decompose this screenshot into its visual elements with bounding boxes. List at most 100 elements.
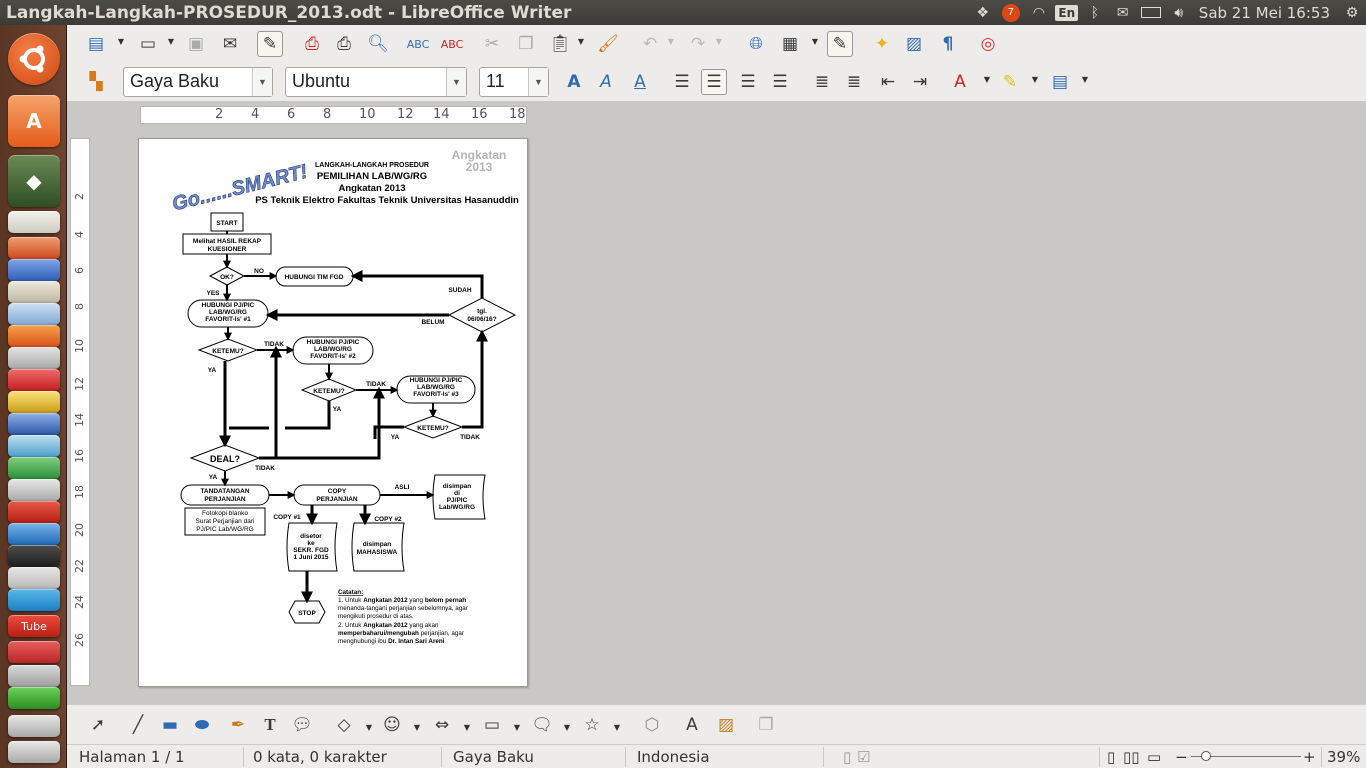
single-page-view-icon[interactable]: ▯ (1107, 748, 1115, 766)
block-arrows-icon[interactable]: ⇔ (429, 712, 455, 738)
bluetooth-icon[interactable]: ᛒ (1081, 0, 1109, 25)
highlighting-icon[interactable]: ✎ (997, 69, 1023, 95)
paragraph-style-combo[interactable]: Gaya Baku ▼ (123, 67, 273, 97)
select-pointer-icon[interactable]: ➚ (85, 712, 111, 738)
spreadsheet-icon[interactable] (8, 457, 60, 479)
decrease-indent-icon[interactable]: ⇤ (875, 69, 901, 95)
youtube-icon[interactable]: Tube (8, 615, 60, 637)
firefox-icon[interactable] (8, 325, 60, 347)
align-center-icon[interactable]: ☰ (701, 69, 727, 95)
navigator-icon[interactable]: ✦ (869, 31, 895, 57)
spellcheck-icon[interactable]: ABC (405, 31, 431, 57)
freeform-tool-icon[interactable]: ✒ (225, 712, 251, 738)
chevron-down-icon[interactable]: ▼ (667, 37, 675, 46)
dropbox-icon[interactable]: ❖ (969, 0, 997, 25)
word-count[interactable]: 0 kata, 0 karakter (253, 748, 387, 766)
symbol-shapes-icon[interactable]: ☺ (379, 712, 405, 738)
zoom-value[interactable]: 39% (1327, 748, 1360, 766)
autospellcheck-icon[interactable]: ABC (439, 31, 465, 57)
chevron-down-icon[interactable]: ▼ (1081, 75, 1089, 84)
impress-icon[interactable] (8, 641, 60, 663)
ellipse-tool-icon[interactable]: ⬬ (189, 712, 215, 738)
multi-page-view-icon[interactable]: ▯▯ (1123, 748, 1140, 766)
vertical-ruler[interactable]: 2 4 6 8 10 12 14 16 18 20 22 24 26 (70, 138, 90, 686)
help-icon[interactable] (8, 665, 60, 687)
volume-icon[interactable]: 🔊︎ (1165, 0, 1193, 25)
skype-icon[interactable] (8, 589, 60, 611)
export-pdf-icon[interactable]: ⎙ (299, 31, 325, 57)
fontwork-icon[interactable]: A (679, 712, 705, 738)
cut-icon[interactable]: ✂ (479, 31, 505, 57)
save-icon[interactable]: ▣ (183, 31, 209, 57)
chevron-down-icon[interactable]: ▼ (528, 68, 548, 96)
bullets-icon[interactable]: ≣ (841, 69, 867, 95)
book-view-icon[interactable]: ▭ (1147, 748, 1161, 766)
drive-icon[interactable] (8, 715, 60, 737)
numbering-icon[interactable]: ≣ (809, 69, 835, 95)
calc-icon[interactable] (8, 435, 60, 457)
formatting-marks-icon[interactable]: ¶ (935, 31, 961, 57)
print-icon[interactable]: ⎙ (331, 31, 357, 57)
extrusion-icon[interactable]: ❐ (753, 712, 779, 738)
horizontal-ruler[interactable]: 2 4 6 8 10 12 14 16 18 (140, 106, 527, 124)
email-icon[interactable]: ✉ (217, 31, 243, 57)
callout-tool-icon[interactable]: 💬︎ (289, 712, 315, 738)
chrome-icon[interactable] (8, 501, 60, 523)
redo-icon[interactable]: ↷ (685, 31, 711, 57)
font-size-combo[interactable]: 11 ▼ (479, 67, 549, 97)
terminal-icon[interactable] (8, 413, 60, 435)
zoom-out-icon[interactable]: − (1175, 748, 1188, 766)
points-icon[interactable]: ⬡ (639, 712, 665, 738)
callouts-icon[interactable]: 🗨︎ (529, 712, 555, 738)
ubuntu-dash-icon[interactable] (8, 33, 60, 85)
page-indicator[interactable]: Halaman 1 / 1 (79, 748, 185, 766)
basic-shapes-icon[interactable]: ◇ (331, 712, 357, 738)
styles-formatting-icon[interactable]: ▚ (83, 69, 109, 95)
chevron-down-icon[interactable]: ▼ (252, 68, 272, 96)
copy-icon[interactable]: ❐ (513, 31, 539, 57)
font-name-combo[interactable]: Ubuntu ▼ (285, 67, 467, 97)
table-icon[interactable]: ▦ (777, 31, 803, 57)
show-draw-functions-icon[interactable]: ✎ (827, 31, 853, 57)
selection-mode-icon[interactable]: ☑ (857, 748, 870, 766)
language-indicator[interactable]: Indonesia (637, 748, 710, 766)
zoom-slider-handle[interactable] (1201, 751, 1211, 761)
chevron-down-icon[interactable]: ▼ (811, 37, 819, 46)
chevron-down-icon[interactable]: ▼ (167, 37, 175, 46)
battery-icon[interactable] (1137, 0, 1165, 25)
media-player-icon[interactable] (8, 369, 60, 391)
undo-icon[interactable]: ↶ (637, 31, 663, 57)
transmission-icon[interactable] (8, 523, 60, 545)
software-center-icon[interactable]: A (8, 95, 60, 147)
increase-indent-icon[interactable]: ⇥ (907, 69, 933, 95)
help-icon[interactable]: ◎ (975, 31, 1001, 57)
chevron-down-icon[interactable]: ▼ (117, 37, 125, 46)
mail-icon[interactable]: ✉ (1109, 0, 1137, 25)
hyperlink-icon[interactable]: 🌐︎ (743, 31, 769, 57)
power-gear-icon[interactable]: ⚙ (1338, 0, 1366, 25)
image-viewer-icon[interactable] (8, 479, 60, 501)
page-style[interactable]: Gaya Baku (453, 748, 534, 766)
chevron-down-icon[interactable]: ▼ (446, 68, 466, 96)
document-page[interactable]: Go......SMART! Angkatan 2013 LANGKAH-LAN… (138, 138, 528, 687)
font-color-icon[interactable]: A (947, 69, 973, 95)
vlc-icon[interactable] (8, 545, 60, 567)
settings-icon[interactable] (8, 347, 60, 369)
chevron-down-icon[interactable]: ▼ (463, 723, 471, 732)
insert-image-icon[interactable]: ▨ (713, 712, 739, 738)
calendar-icon[interactable] (8, 567, 60, 589)
print-preview-icon[interactable]: 🔍︎ (365, 31, 391, 57)
clone-formatting-icon[interactable]: 🖌︎ (595, 31, 621, 57)
chevron-down-icon[interactable]: ▼ (983, 75, 991, 84)
paste-icon[interactable]: 📋︎ (547, 31, 573, 57)
stars-icon[interactable]: ☆ (579, 712, 605, 738)
edit-mode-icon[interactable]: ✎ (257, 31, 283, 57)
text-tool-icon[interactable]: T (257, 712, 283, 738)
chevron-down-icon[interactable]: ▼ (613, 723, 621, 732)
update-icon[interactable]: 7 (997, 0, 1025, 25)
archive-icon[interactable] (8, 391, 60, 413)
zoom-in-icon[interactable]: + (1303, 748, 1316, 766)
workspace-icon[interactable] (8, 687, 60, 709)
justify-icon[interactable]: ☰ (767, 69, 793, 95)
chevron-down-icon[interactable]: ▼ (413, 723, 421, 732)
